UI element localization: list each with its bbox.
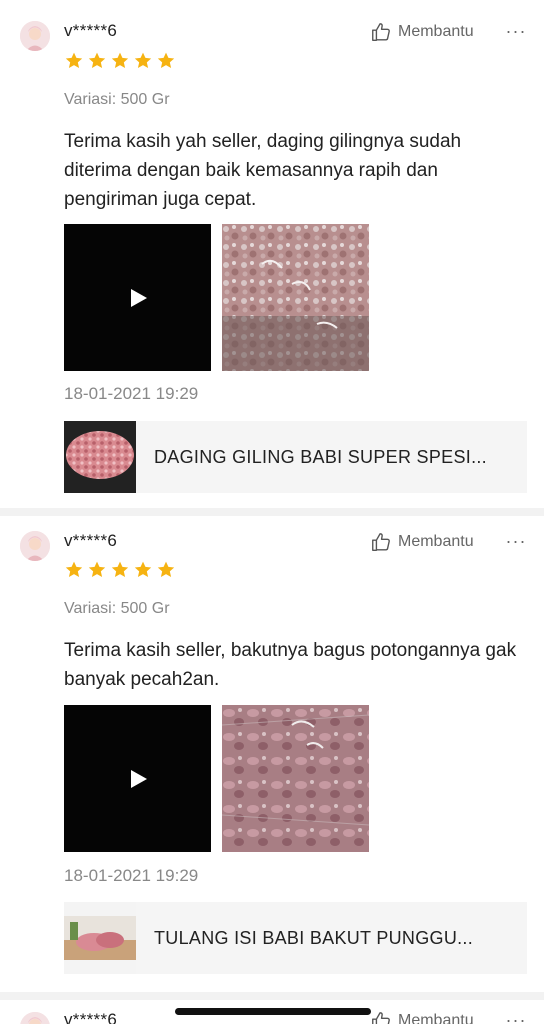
rating-stars [64,51,179,71]
star-icon [64,51,84,71]
avatar-icon [20,21,50,51]
helpful-button[interactable]: Membantu [370,531,474,553]
avatar[interactable] [20,21,50,51]
avatar[interactable] [20,1012,50,1024]
review-date: 18-01-2021 19:29 [64,866,199,885]
star-icon [87,51,107,71]
product-link[interactable]: DAGING GILING BABI SUPER SPESI... [64,421,527,493]
avatar[interactable] [20,531,50,561]
product-name: TULANG ISI BABI BAKUT PUNGGU... [154,927,474,948]
star-icon [156,51,176,71]
thumbs-up-icon [372,23,390,41]
avatar-icon [20,531,50,561]
rating-stars [64,560,179,580]
more-icon[interactable]: ··· [506,531,526,551]
product-thumbnail [64,421,136,493]
avatar-icon [20,1012,50,1024]
thumbs-up-icon [372,1012,390,1024]
star-icon [110,51,130,71]
star-icon [133,560,153,580]
username: v*****6 [64,531,118,550]
review-text: Terima kasih seller, bakutnya bagus poto… [64,640,517,690]
more-icon[interactable]: ··· [506,21,526,41]
helpful-label: Membantu [398,23,474,40]
more-icon[interactable]: ··· [506,1010,526,1024]
product-name: DAGING GILING BABI SUPER SPESI... [154,446,487,467]
helpful-button[interactable]: Membantu [370,1010,474,1024]
star-icon [64,560,84,580]
review-photo[interactable] [222,705,369,852]
review-card: v*****6 Membantu ··· Variasi: 500 Gr Ter… [0,0,544,508]
product-thumbnail [64,902,136,974]
review-photo[interactable] [222,224,369,371]
review-card: v*****6 Membantu ··· Variasi: 500 Gr Ter… [0,516,544,992]
review-video[interactable] [64,705,211,852]
review-date: 18-01-2021 19:29 [64,384,199,403]
review-text: Terima kasih yah seller, daging gilingny… [64,131,462,210]
home-indicator[interactable] [175,1008,371,1015]
play-icon [130,288,147,307]
photo-ground-meat-image [222,224,369,371]
variant-label: Variasi: 500 Gr [64,91,170,108]
product-link[interactable]: TULANG ISI BABI BAKUT PUNGGU... [64,902,527,974]
helpful-label: Membantu [398,1012,474,1024]
star-icon [87,560,107,580]
helpful-button[interactable]: Membantu [370,21,474,43]
play-icon [130,769,147,788]
divider [0,508,544,516]
username: v*****6 [64,21,118,40]
star-icon [110,560,130,580]
star-icon [156,560,176,580]
photo-pork-ribs-image [222,705,369,852]
review-video[interactable] [64,224,211,371]
variant-label: Variasi: 500 Gr [64,600,170,617]
star-icon [133,51,153,71]
helpful-label: Membantu [398,533,474,550]
thumbs-up-icon [372,533,390,551]
divider [0,992,544,1000]
username: v*****6 [64,1010,118,1024]
